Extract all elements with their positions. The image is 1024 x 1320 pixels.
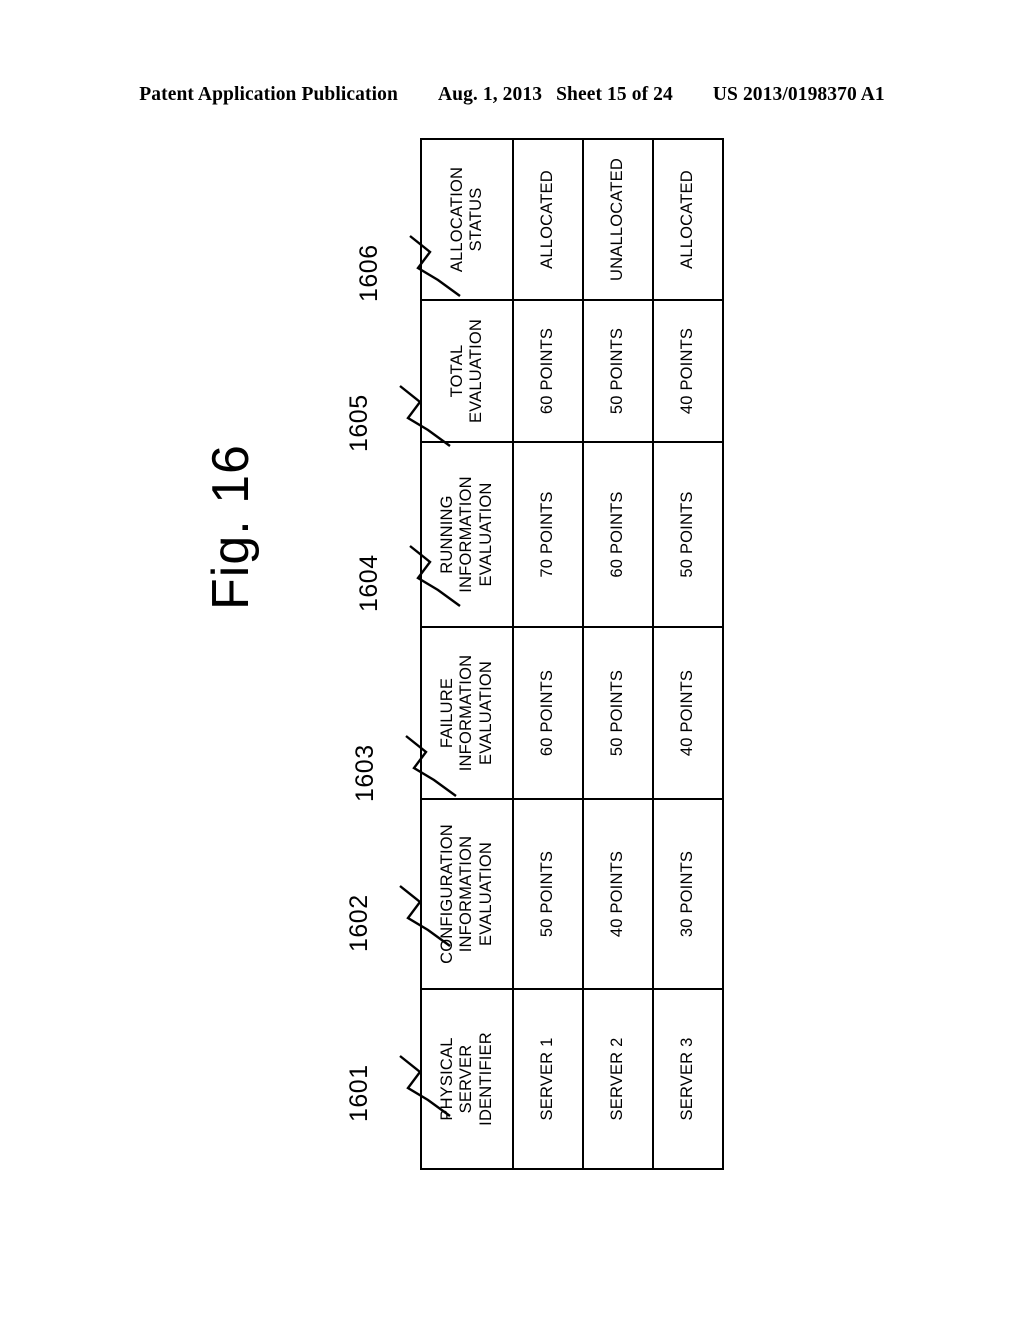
cell-allocation-status: ALLOCATED [513, 139, 583, 300]
column-header-running-information-evaluation: RUNNING INFORMATION EVALUATION [421, 442, 513, 627]
cell-total-evaluation: 60 POINTS [513, 300, 583, 442]
table-row: SERVER 1 50 POINTS 60 POINTS 70 POINTS 6… [513, 139, 583, 1169]
reference-numeral-1605-text: 1605 [345, 394, 373, 452]
cell-allocation-status: ALLOCATED [653, 139, 723, 300]
server-evaluation-table-container: PHYSICAL SERVER IDENTIFIER CONFIGURATION… [420, 139, 723, 1170]
column-header-total-evaluation: TOTAL EVALUATION [421, 300, 513, 442]
cell-total-evaluation: 40 POINTS [653, 300, 723, 442]
reference-numeral-1604-text: 1604 [355, 554, 383, 612]
publication-header: Patent Application Publication Aug. 1, 20… [0, 84, 1024, 106]
cell-failure-information-evaluation: 50 POINTS [583, 627, 653, 799]
table-header-row: PHYSICAL SERVER IDENTIFIER CONFIGURATION… [421, 139, 513, 1169]
cell-failure-information-evaluation: 60 POINTS [513, 627, 583, 799]
cell-allocation-status: UNALLOCATED [583, 139, 653, 300]
cell-running-information-evaluation: 60 POINTS [583, 442, 653, 627]
column-header-configuration-information-evaluation: CONFIGURATION INFORMATION EVALUATION [421, 799, 513, 989]
cell-configuration-information-evaluation: 30 POINTS [653, 799, 723, 989]
cell-server-identifier: SERVER 3 [653, 989, 723, 1169]
reference-numeral-1606-text: 1606 [355, 244, 383, 302]
column-header-physical-server-identifier: PHYSICAL SERVER IDENTIFIER [421, 989, 513, 1169]
cell-running-information-evaluation: 50 POINTS [653, 442, 723, 627]
table-row: SERVER 3 30 POINTS 40 POINTS 50 POINTS 4… [653, 139, 723, 1169]
cell-failure-information-evaluation: 40 POINTS [653, 627, 723, 799]
reference-numeral-1602-text: 1602 [345, 894, 373, 952]
cell-server-identifier: SERVER 2 [583, 989, 653, 1169]
patent-number: US 2013/0198370 A1 [712, 84, 885, 105]
cell-configuration-information-evaluation: 40 POINTS [583, 799, 653, 989]
cell-total-evaluation: 50 POINTS [583, 300, 653, 442]
cell-server-identifier: SERVER 1 [513, 989, 583, 1169]
cell-configuration-information-evaluation: 50 POINTS [513, 799, 583, 989]
publication-title: Patent Application Publication [139, 84, 398, 105]
publication-date: Aug. 1, 2013 [437, 84, 543, 105]
cell-running-information-evaluation: 70 POINTS [513, 442, 583, 627]
reference-numeral-1603-text: 1603 [351, 744, 379, 802]
server-evaluation-table: PHYSICAL SERVER IDENTIFIER CONFIGURATION… [420, 138, 724, 1170]
table-row: SERVER 2 40 POINTS 50 POINTS 60 POINTS 5… [583, 139, 653, 1169]
reference-numeral-1601-text: 1601 [345, 1064, 373, 1122]
column-header-allocation-status: ALLOCATION STATUS [421, 139, 513, 300]
figure-label: Fig. 16 [202, 444, 260, 610]
sheet-number: Sheet 15 of 24 [556, 84, 673, 105]
column-header-failure-information-evaluation: FAILURE INFORMATION EVALUATION [421, 627, 513, 799]
